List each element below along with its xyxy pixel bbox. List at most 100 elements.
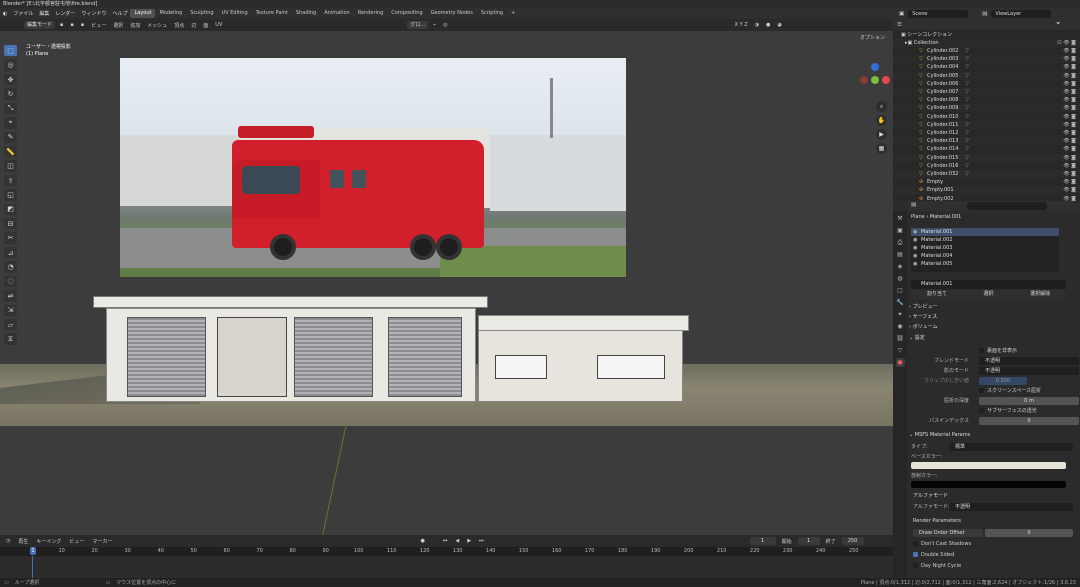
backface-checkbox[interactable]	[979, 348, 984, 353]
spin-icon[interactable]: ◔	[4, 261, 17, 273]
tab-compositing[interactable]: Compositing	[387, 9, 426, 18]
emissive-color-swatch[interactable]	[911, 481, 1066, 488]
material-tab-icon[interactable]: ●	[895, 358, 905, 367]
modifier-tab-icon[interactable]: 🔧	[896, 298, 905, 307]
menu-face[interactable]: 面	[201, 22, 210, 29]
draw-order-field[interactable]: 0	[985, 529, 1073, 537]
ortho-grid-icon[interactable]: ▦	[876, 143, 887, 154]
smooth-icon[interactable]: ◌	[4, 275, 17, 288]
constraints-tab-icon[interactable]: ⛓	[896, 334, 905, 343]
outliner-collection[interactable]: ▸▣ Collection ☑ 👁 ◙	[893, 39, 1080, 47]
visibility-icon[interactable]: 👁 ◙	[1063, 162, 1076, 170]
visibility-icon[interactable]: 👁 ◙	[1063, 170, 1076, 178]
properties-editor-icon[interactable]: ▤	[911, 202, 916, 208]
proportional-icon[interactable]: ◎	[441, 22, 449, 28]
select-icon[interactable]: ⬚	[4, 45, 17, 57]
shading-solid-icon[interactable]: ●	[764, 22, 772, 28]
visibility-icon[interactable]: 👁 ◙	[1063, 129, 1076, 137]
visibility-icon[interactable]: 👁 ◙	[1063, 121, 1076, 129]
visibility-icon[interactable]: 👁 ◙	[1063, 137, 1076, 145]
material-selector[interactable]: Material.001	[911, 280, 1066, 289]
tab-geometry-nodes[interactable]: Geometry Nodes	[427, 9, 477, 18]
outliner-item[interactable]: ▽ Cylinder.013 ▽ 👁 ◙	[893, 137, 1080, 146]
tab-uv-editing[interactable]: UV Editing	[218, 9, 252, 18]
menu-timeline-view[interactable]: ビュー	[67, 538, 86, 545]
menu-uv[interactable]: UV	[213, 22, 224, 28]
visibility-icon[interactable]: 👁 ◙	[1063, 80, 1076, 88]
menu-playback[interactable]: 再生	[16, 538, 30, 545]
rotate-icon[interactable]: ↻	[4, 88, 17, 100]
visibility-icon[interactable]: 👁 ◙	[1063, 154, 1076, 162]
outliner-item[interactable]: ▽ Cylinder.032 ▽ 👁 ◙	[893, 170, 1080, 178]
material-slot-list[interactable]: Material.001 Material.002 Material.003 M…	[911, 228, 1059, 272]
scene-tab-icon[interactable]: ◈	[896, 262, 905, 271]
particles-tab-icon[interactable]: ✦	[896, 310, 905, 319]
outliner-item[interactable]: ▽ Cylinder.007 ▽ 👁 ◙	[893, 88, 1080, 96]
physics-tab-icon[interactable]: ◉	[896, 322, 905, 331]
mode-selector[interactable]: 編集モード	[24, 21, 56, 29]
tab-texture-paint[interactable]: Texture Paint	[252, 9, 292, 18]
menu-mesh[interactable]: メッシュ	[145, 22, 169, 29]
outliner-item[interactable]: ▽ Cylinder.006 ▽ 👁 ◙	[893, 80, 1080, 88]
menu-window[interactable]: ウィンドウ	[78, 10, 109, 17]
outliner-item[interactable]: ▽ Cylinder.011 ▽ 👁 ◙	[893, 120, 1080, 129]
menu-keying[interactable]: キーイング	[34, 538, 63, 545]
current-frame-field[interactable]: 1	[749, 537, 776, 545]
vertex-select-icon[interactable]: ▪	[58, 22, 65, 28]
visibility-icon[interactable]: 👁 ◙	[1063, 63, 1076, 71]
extrude-icon[interactable]: ⇪	[4, 174, 17, 187]
viewport-options[interactable]: オプション	[858, 34, 887, 41]
outliner-item[interactable]: ▽ Cylinder.014 ▽ 👁 ◙	[893, 145, 1080, 153]
knife-icon[interactable]: ✂	[4, 232, 17, 244]
tab-sculpting[interactable]: Sculpting	[186, 9, 217, 18]
visibility-icon[interactable]: 👁 ◙	[1063, 47, 1076, 55]
jump-end-icon[interactable]: ⏭	[477, 538, 486, 544]
timeline-ruler[interactable]: 1102030405060708090100110120130140150160…	[0, 547, 893, 556]
shrink-icon[interactable]: ⇲	[4, 304, 17, 317]
record-icon[interactable]: ●	[418, 538, 426, 544]
render-tab-icon[interactable]: ▣	[896, 226, 905, 235]
dont-cast-shadows-row[interactable]: Don't Cast Shadows	[909, 541, 1077, 549]
menu-marker[interactable]: マーカー	[90, 538, 114, 545]
outliner-editor-icon[interactable]: ☰	[897, 22, 902, 28]
outliner-item[interactable]: ✣ Empty 👁 ◙	[893, 178, 1080, 186]
add-cube-icon[interactable]: ◫	[4, 160, 17, 172]
3d-viewport[interactable]: 編集モード ▪ ▪ ▪ ビュー 選択 追加 メッシュ 頂点 辺 面 UV グロ.…	[0, 19, 893, 535]
double-sided-checkbox[interactable]	[913, 552, 918, 557]
outliner-scene-collection[interactable]: ▣ シーンコレクション	[893, 31, 1080, 39]
tab-rendering[interactable]: Rendering	[354, 9, 388, 18]
visibility-icon[interactable]: 👁 ◙	[1063, 178, 1076, 186]
outliner-item[interactable]: ▽ Cylinder.012 ▽ 👁 ◙	[893, 129, 1080, 137]
cursor-icon[interactable]: ◎	[4, 59, 17, 71]
view-layer-tab-icon[interactable]: ▤	[896, 250, 905, 259]
scene-selector[interactable]: Scene	[908, 9, 969, 18]
object-tab-icon[interactable]: ▢	[896, 286, 905, 295]
section-preview[interactable]: › プレビュー	[909, 303, 1077, 312]
tab-animation[interactable]: Animation	[320, 9, 354, 18]
gizmo-z-axis[interactable]	[871, 63, 879, 71]
shading-material-icon[interactable]: ◕	[775, 22, 783, 28]
mirror-axes[interactable]: X Y Z	[733, 22, 750, 28]
timeline-editor-icon[interactable]: ◷	[4, 538, 12, 544]
material-slot[interactable]: Material.001	[911, 228, 1059, 236]
subsurface-row[interactable]: サブサーフェスの透光	[909, 407, 1077, 415]
material-slot[interactable]: Material.004	[911, 252, 1059, 260]
transform-icon[interactable]: ⌖	[4, 117, 17, 129]
edge-slide-icon[interactable]: ⇌	[4, 290, 17, 302]
view-layer-selector[interactable]: ViewLayer	[991, 9, 1052, 18]
gizmo-y-axis[interactable]	[871, 76, 879, 84]
zoom-icon[interactable]: ⌕	[876, 101, 887, 112]
timeline-track-area[interactable]	[0, 556, 893, 578]
blend-mode-dropdown[interactable]: 不透明	[979, 357, 1079, 365]
gizmo-neg-x-axis[interactable]	[860, 76, 868, 84]
pass-index-field[interactable]: 0	[979, 417, 1079, 425]
navigation-gizmo[interactable]	[860, 63, 890, 93]
gizmo-x-axis[interactable]	[882, 76, 890, 84]
visibility-icon[interactable]: ☑ 👁 ◙	[1057, 39, 1076, 47]
visibility-icon[interactable]: 👁 ◙	[1063, 113, 1076, 121]
base-color-swatch[interactable]	[911, 462, 1066, 469]
outliner-item[interactable]: ▽ Cylinder.015 ▽ 👁 ◙	[893, 153, 1080, 162]
move-icon[interactable]: ✥	[4, 73, 17, 86]
loopcut-icon[interactable]: ⊟	[4, 218, 17, 230]
transform-orientation[interactable]: グロ...	[407, 21, 429, 29]
